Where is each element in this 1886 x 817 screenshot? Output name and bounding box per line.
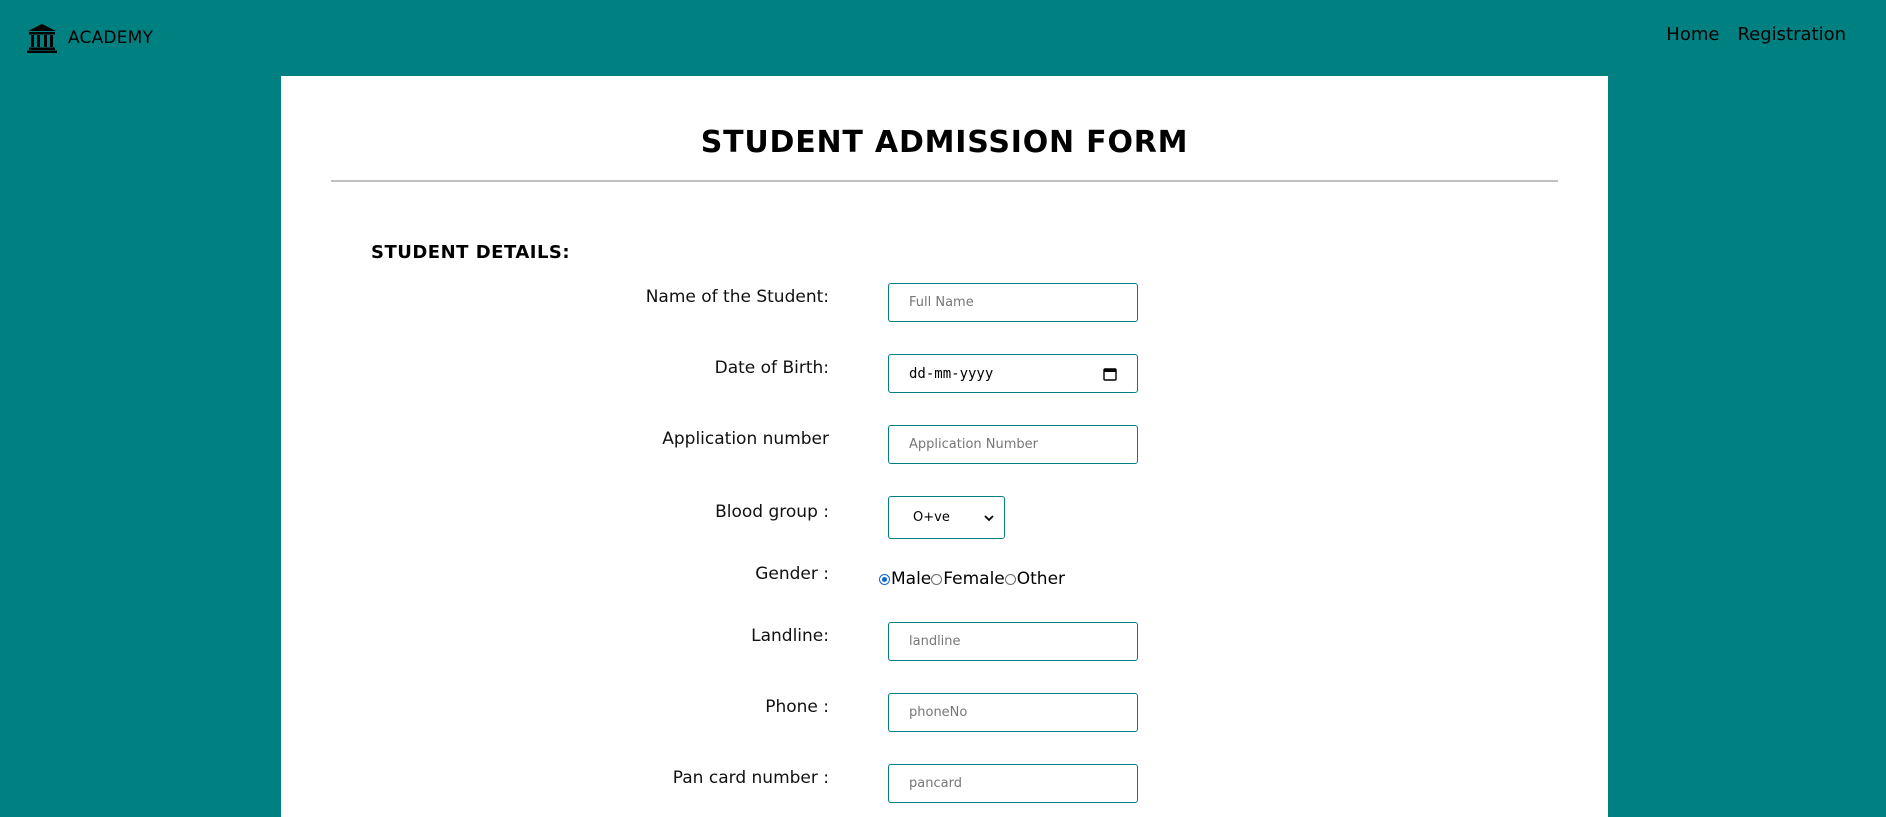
gender-label-other: Other [1016, 569, 1066, 589]
dob-input[interactable]: dd-mm-yyyy [888, 354, 1138, 393]
phone-input[interactable] [888, 693, 1138, 732]
brand[interactable]: ACADEMY [26, 22, 153, 54]
gender-label: Gender : [755, 564, 829, 584]
gender-label-male: Male [891, 569, 932, 589]
student-name-input[interactable] [888, 283, 1138, 322]
museum-icon [27, 24, 57, 53]
title-divider [331, 180, 1558, 182]
gender-radio-group: Male Female Other [879, 569, 1065, 589]
blood-group-selected: O+ve [913, 510, 950, 525]
student-name-label: Name of the Student: [645, 287, 829, 307]
pancard-label: Pan card number : [672, 768, 829, 788]
landline-label: Landline: [751, 626, 829, 646]
gender-radio-other[interactable] [1004, 573, 1016, 585]
top-navbar: ACADEMY Home Registration [0, 0, 1886, 76]
blood-group-select[interactable]: O+ve [888, 496, 1005, 539]
nav-link-registration[interactable]: Registration [1737, 24, 1846, 45]
application-number-label: Application number [662, 429, 829, 449]
admission-form-card: STUDENT ADMISSION FORM STUDENT DETAILS: … [281, 76, 1608, 817]
form-title: STUDENT ADMISSION FORM [700, 125, 1189, 160]
section-heading-student-details: STUDENT DETAILS: [371, 242, 571, 263]
chevron-down-icon [984, 514, 994, 521]
dob-label: Date of Birth: [714, 358, 829, 378]
nav-links: Home Registration [1666, 24, 1846, 45]
blood-group-label: Blood group : [715, 502, 829, 522]
gender-label-female: Female [943, 569, 1005, 589]
application-number-input[interactable] [888, 425, 1138, 464]
landline-input[interactable] [888, 622, 1138, 661]
calendar-icon[interactable] [1103, 367, 1117, 381]
dob-placeholder: dd-mm-yyyy [909, 365, 994, 382]
brand-name: ACADEMY [68, 28, 154, 48]
pancard-input[interactable] [888, 764, 1138, 803]
phone-label: Phone : [765, 697, 829, 717]
gender-radio-female[interactable] [931, 573, 943, 585]
nav-link-home[interactable]: Home [1666, 24, 1719, 45]
gender-radio-male[interactable] [879, 573, 890, 585]
